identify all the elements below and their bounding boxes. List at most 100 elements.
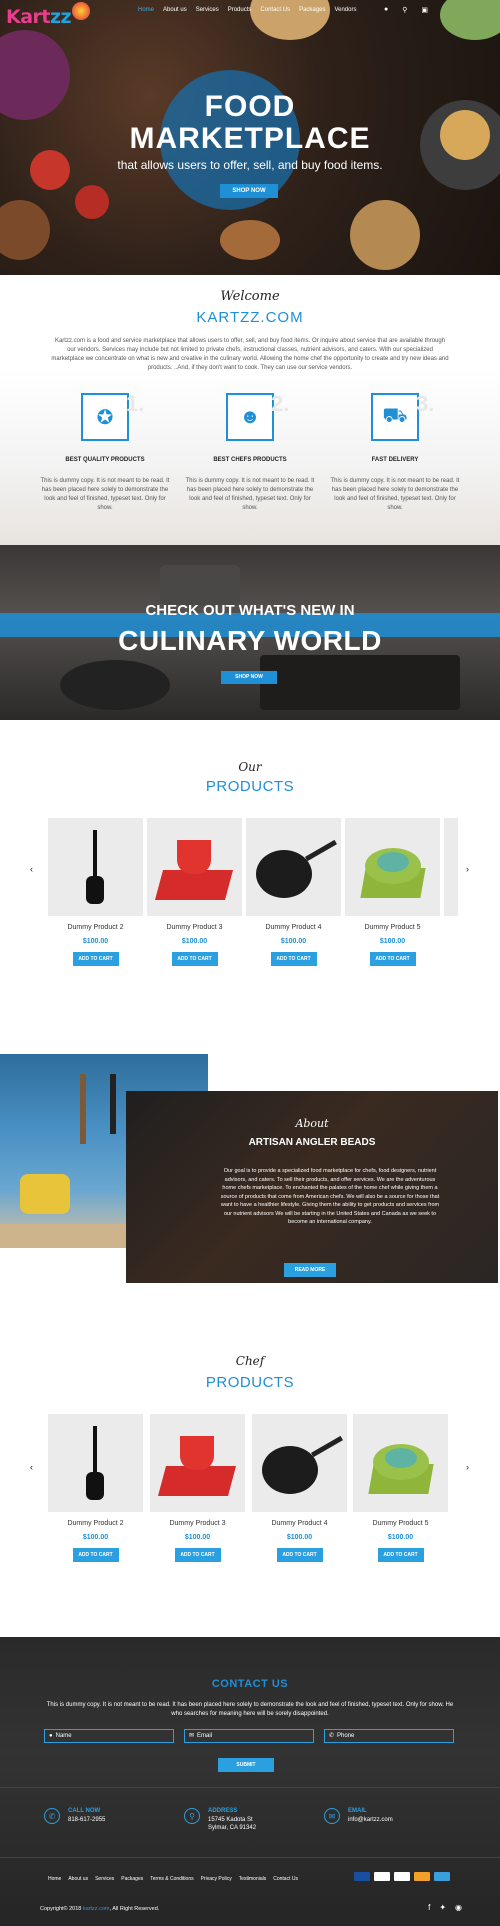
nav-icons: ● ⚲ ▣ <box>384 6 428 14</box>
submit-button[interactable]: SUBMIT <box>218 1758 274 1772</box>
product-name[interactable]: Dummy Product 4 <box>252 1520 347 1527</box>
name-field[interactable]: ● Name <box>44 1729 174 1743</box>
product-card[interactable]: Dummy Product 5 $100.00 ADD TO CART <box>345 818 440 966</box>
feature-text: This is dummy copy. It is not meant to b… <box>330 478 460 511</box>
nav-home[interactable]: Home <box>138 7 154 13</box>
footer-link-about-us[interactable]: About us <box>68 1876 88 1882</box>
culinary-banner: CHECK OUT WHAT'S NEW IN CULINARY WORLD S… <box>0 545 500 720</box>
product-price: $100.00 <box>181 938 208 945</box>
product-card[interactable]: Dummy Product 2 $100.00 ADD TO CART <box>48 1414 143 1562</box>
call-label: CALL NOW <box>68 1808 101 1814</box>
add-to-cart-button[interactable]: ADD TO CART <box>171 952 218 966</box>
product-name[interactable]: Dummy Product 4 <box>246 924 341 931</box>
chef-icon: ☻ <box>226 393 274 441</box>
add-to-cart-button[interactable]: ADD TO CART <box>270 952 317 966</box>
product-card[interactable]: Dummy Product 3 $100.00 ADD TO CART <box>147 818 242 966</box>
next-card-peek <box>444 818 458 916</box>
footer-link-home[interactable]: Home <box>48 1876 61 1882</box>
instagram-icon[interactable]: ◉ <box>455 1903 462 1912</box>
contact-footer: CONTACT US This is dummy copy. It is not… <box>0 1637 500 1926</box>
cart-icon[interactable]: ▣ <box>421 6 428 14</box>
payment-methods <box>354 1872 450 1881</box>
shop-now-button[interactable]: SHOP NOW <box>220 184 278 198</box>
nav-services[interactable]: Services <box>196 7 219 13</box>
product-card[interactable]: Dummy Product 2 $100.00 ADD TO CART <box>48 818 143 966</box>
product-card[interactable]: Dummy Product 4 $100.00 ADD TO CART <box>252 1414 347 1562</box>
facebook-icon[interactable]: f <box>428 1903 430 1912</box>
spoon-head <box>86 1472 104 1500</box>
read-more-button[interactable]: READ MORE <box>284 1263 336 1277</box>
phone-field[interactable]: ✆ Phone <box>324 1729 454 1743</box>
copyright-link[interactable]: kartzz.com <box>83 1906 110 1912</box>
contact-info-row: ✆ CALL NOW 818-617-2955 ⚲ ADDRESS 15745 Ka… <box>44 1808 464 1832</box>
footer-link-terms[interactable]: Terms & Conditions <box>150 1876 193 1882</box>
slider-next-arrow-icon[interactable]: › <box>466 864 469 874</box>
feature-title: BEST QUALITY PRODUCTS <box>65 457 145 463</box>
slider-next-arrow-icon[interactable]: › <box>466 1462 469 1472</box>
culinary-shop-now-button[interactable]: SHOP NOW <box>221 671 277 684</box>
product-name[interactable]: Dummy Product 2 <box>48 924 143 931</box>
contact-text: This is dummy copy. It is not meant to b… <box>46 1702 454 1717</box>
copyright-prefix: Copyright© 2018 <box>40 1906 82 1912</box>
welcome-script: Welcome <box>220 289 280 304</box>
chef-products-script: Chef <box>235 1354 265 1368</box>
divider <box>0 1857 500 1858</box>
add-to-cart-button[interactable]: ADD TO CART <box>369 952 416 966</box>
product-card[interactable]: Dummy Product 5 $100.00 ADD TO CART <box>353 1414 448 1562</box>
culinary-line1: CHECK OUT WHAT'S NEW IN <box>145 602 355 619</box>
product-name[interactable]: Dummy Product 2 <box>48 1520 143 1527</box>
footer-link-privacy[interactable]: Privacy Policy <box>201 1876 232 1882</box>
add-to-cart-button[interactable]: ADD TO CART <box>174 1548 221 1562</box>
product-card[interactable]: Dummy Product 3 $100.00 ADD TO CART <box>150 1414 245 1562</box>
nav-products[interactable]: Products <box>228 7 252 13</box>
product-price: $100.00 <box>82 938 109 945</box>
feature-number: 2. <box>271 391 290 416</box>
feature-title: FAST DELIVERY <box>371 457 419 463</box>
product-name[interactable]: Dummy Product 3 <box>147 924 242 931</box>
pan-decoration <box>60 660 170 710</box>
product-price: $100.00 <box>280 938 307 945</box>
spaghetti-spoon-icon <box>48 818 143 916</box>
tomato-decoration <box>75 185 109 219</box>
footer-link-testimonials[interactable]: Testimonials <box>239 1876 267 1882</box>
footer-link-contact-us[interactable]: Contact Us <box>273 1876 298 1882</box>
spoon-handle <box>93 830 97 880</box>
add-to-cart-button[interactable]: ADD TO CART <box>377 1548 424 1562</box>
features-row: ✪ 1. BEST QUALITY PRODUCTS This is dummy… <box>40 391 460 513</box>
chef-products-title: PRODUCTS <box>205 1374 295 1391</box>
slider-prev-arrow-icon[interactable]: ‹ <box>30 864 33 874</box>
product-name[interactable]: Dummy Product 3 <box>150 1520 245 1527</box>
hero-banner: Kartzz Home About us Services Products C… <box>0 0 500 275</box>
call-value[interactable]: 818-617-2955 <box>68 1816 105 1824</box>
email-value[interactable]: info@kartzz.com <box>348 1816 393 1824</box>
nav-about-us[interactable]: About us <box>163 7 187 13</box>
search-icon[interactable]: ⚲ <box>402 6 407 14</box>
mastercard-icon <box>414 1872 430 1881</box>
pan-handle <box>311 1435 343 1458</box>
add-to-cart-button[interactable]: ADD TO CART <box>72 1548 119 1562</box>
feature-quality: ✪ 1. BEST QUALITY PRODUCTS This is dummy… <box>40 391 170 513</box>
product-card[interactable]: Dummy Product 4 $100.00 ADD TO CART <box>246 818 341 966</box>
email-field[interactable]: ✉ Email <box>184 1729 314 1743</box>
add-to-cart-button[interactable]: ADD TO CART <box>276 1548 323 1562</box>
nav-packages[interactable]: Packages <box>299 7 325 13</box>
yellow-bowls <box>20 1174 70 1214</box>
add-to-cart-button[interactable]: ADD TO CART <box>72 952 119 966</box>
product-name[interactable]: Dummy Product 5 <box>345 924 440 931</box>
email-label: EMAIL <box>348 1808 367 1814</box>
nav-vendors[interactable]: Vendors <box>334 7 356 13</box>
feature-chefs: ☻ 2. BEST CHEFS PRODUCTS This is dummy c… <box>185 391 315 513</box>
footer-link-packages[interactable]: Packages <box>121 1876 143 1882</box>
footer-link-services[interactable]: Services <box>95 1876 114 1882</box>
pan-body <box>256 850 312 898</box>
slider-prev-arrow-icon[interactable]: ‹ <box>30 1462 33 1472</box>
user-icon[interactable]: ● <box>384 6 388 14</box>
copyright: Copyright© 2018 kartzz.com, All Right Re… <box>40 1906 159 1912</box>
twitter-icon[interactable]: ✦ <box>439 1903 446 1912</box>
logo[interactable]: Kartzz <box>6 6 72 28</box>
nav-contact-us[interactable]: Contact Us <box>260 7 290 13</box>
frying-pan-icon <box>252 1414 347 1512</box>
product-name[interactable]: Dummy Product 5 <box>353 1520 448 1527</box>
logo-text: Kart <box>6 6 51 28</box>
copyright-suffix: , All Right Reserved. <box>109 1906 160 1912</box>
